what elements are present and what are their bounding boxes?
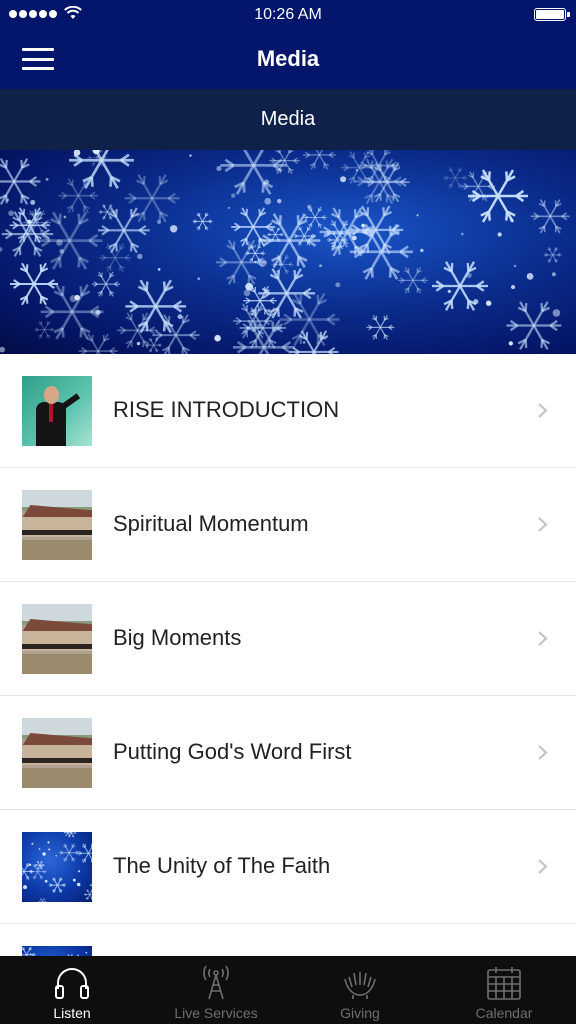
media-item-title: Putting God's Word First <box>113 739 352 764</box>
banner-image <box>0 150 576 354</box>
chevron-right-icon <box>538 403 548 418</box>
battery-icon <box>534 8 570 21</box>
media-thumbnail <box>22 604 92 674</box>
media-item[interactable]: RISE INTRODUCTION <box>0 354 576 468</box>
tab-calendar[interactable]: Calendar <box>432 956 576 1024</box>
media-thumbnail <box>22 946 92 956</box>
media-item[interactable]: Big Moments <box>0 582 576 696</box>
chevron-right-icon <box>538 859 548 874</box>
media-list[interactable]: RISE INTRODUCTION Spiritual Momentum Big… <box>0 354 576 956</box>
broadcast-tower-icon <box>203 965 229 1000</box>
chevron-right-icon <box>538 631 548 646</box>
media-item-title: RISE INTRODUCTION <box>113 397 340 422</box>
chevron-right-icon <box>538 517 548 532</box>
tab-bar: Listen Live Services Giving Calendar <box>0 956 576 1024</box>
tab-label: Giving <box>340 1005 380 1021</box>
tab-giving[interactable]: Giving <box>288 956 432 1024</box>
giving-hands-icon <box>344 972 376 999</box>
tab-label: Live Services <box>174 1005 258 1021</box>
chevron-right-icon <box>538 745 548 760</box>
media-item-title: Spiritual Momentum <box>113 511 309 536</box>
tab-label: Listen <box>53 1005 91 1021</box>
media-item[interactable]: Spiritual Momentum <box>0 468 576 582</box>
status-bar: 10:26 AM <box>0 0 576 30</box>
status-time: 10:26 AM <box>254 6 322 23</box>
headphones-icon <box>55 968 89 999</box>
media-thumbnail <box>22 376 92 446</box>
tab-live-services[interactable]: Live Services <box>144 956 288 1024</box>
navigation-bar: Media <box>0 30 576 89</box>
tab-label: Calendar <box>475 1005 533 1021</box>
page-title: Media <box>256 46 320 71</box>
media-item-title: The Unity of The Faith <box>113 853 331 878</box>
section-header: Media <box>0 89 576 150</box>
media-thumbnail <box>22 718 92 788</box>
media-item-title: Big Moments <box>113 625 242 650</box>
calendar-icon <box>487 967 521 1000</box>
snowflake-pattern <box>0 150 570 354</box>
media-item[interactable]: Putting God's Word First <box>0 696 576 810</box>
media-item[interactable]: The Unity of The Faith <box>0 810 576 924</box>
tab-listen[interactable]: Listen <box>0 956 144 1024</box>
media-thumbnail <box>22 832 92 902</box>
media-item[interactable] <box>0 924 576 956</box>
media-thumbnail <box>22 490 92 560</box>
